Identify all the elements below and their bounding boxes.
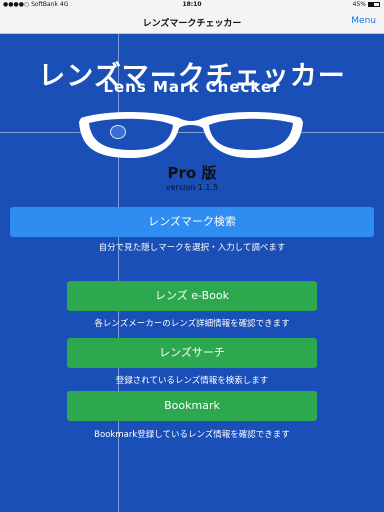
bookmark-description: Bookmark登録しているレンズ情報を確認できます bbox=[94, 430, 290, 440]
navigation-bar: レンズマークチェッカー Menu bbox=[0, 9, 384, 34]
edition-label: Pro 版 bbox=[167, 164, 217, 182]
lens-search-button[interactable]: レンズサーチ bbox=[67, 338, 317, 368]
menu-button[interactable]: Menu bbox=[351, 16, 376, 26]
lens-ebook-description: 各レンズメーカーのレンズ詳細情報を確認できます bbox=[94, 319, 290, 329]
clock: 18:10 bbox=[182, 1, 202, 8]
lens-mark-search-description: 自分で見た隠しマークを選択・入力して調べます bbox=[98, 243, 286, 253]
lens-mark-search-button[interactable]: レンズマーク検索 bbox=[10, 207, 374, 237]
lens-mark-dot bbox=[110, 125, 126, 139]
main-content: レンズマークチェッカー Lens Mark Checker Pro 版 vers… bbox=[0, 34, 384, 512]
bookmark-button[interactable]: Bookmark bbox=[67, 391, 317, 421]
app-title-en: Lens Mark Checker bbox=[103, 78, 281, 96]
status-bar: ●●●●○ SoftBank 4G 18:10 45% bbox=[0, 0, 384, 9]
battery-icon bbox=[368, 2, 380, 7]
battery-percent: 45% bbox=[352, 1, 366, 8]
version-label: version 1.1.5 bbox=[165, 183, 219, 192]
lens-search-description: 登録されているレンズ情報を検索します bbox=[115, 376, 269, 386]
battery-indicator: 45% bbox=[353, 1, 380, 8]
nav-title: レンズマークチェッカー bbox=[142, 19, 242, 29]
lens-ebook-button[interactable]: レンズ e-Book bbox=[67, 281, 317, 311]
